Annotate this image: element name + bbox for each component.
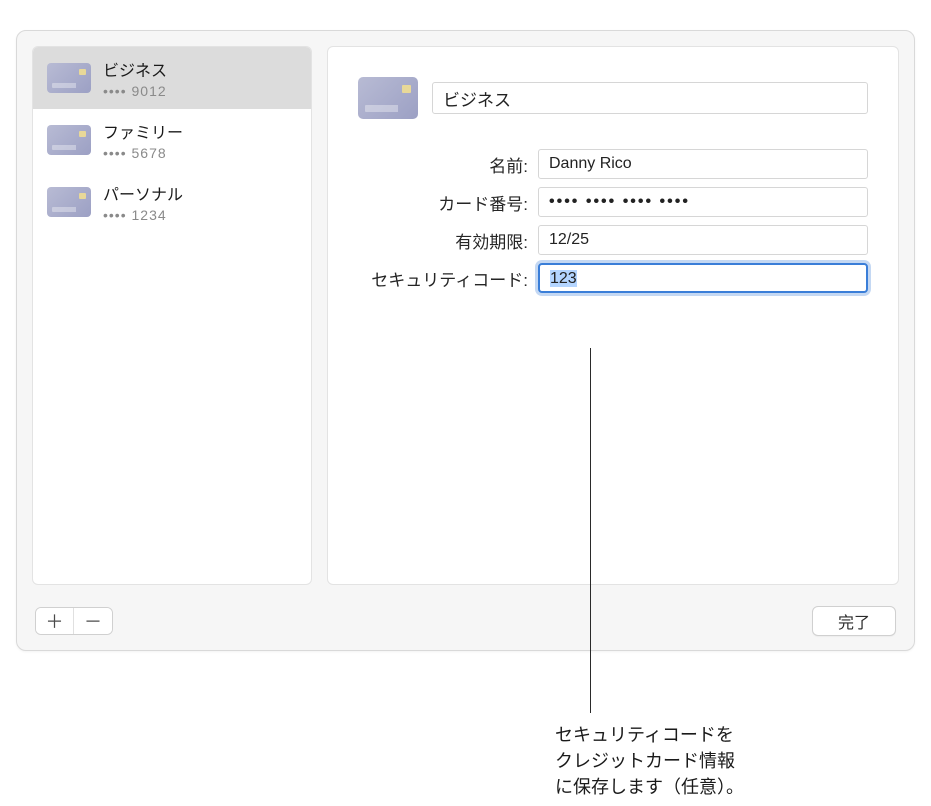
callout-leader-line [590, 348, 591, 713]
row-expiry: 有効期限: [358, 225, 868, 255]
name-label: 名前: [358, 152, 528, 177]
preferences-window: ビジネス •••• 9012 ファミリー •••• 5678 パーソナル [16, 30, 915, 651]
card-number-value: •••• •••• •••• •••• [549, 188, 690, 211]
footer: ＋ － 完了 [17, 600, 914, 650]
sidebar-item-title: パーソナル [103, 181, 183, 205]
row-card-number: カード番号: •••• •••• •••• •••• [358, 187, 868, 217]
security-code-value: 123 [550, 265, 577, 288]
add-button[interactable]: ＋ [36, 608, 74, 634]
security-code-label: セキュリティコード: [358, 266, 528, 291]
sidebar-item-last4: •••• 1234 [103, 207, 183, 223]
credit-card-icon [47, 125, 91, 155]
credit-card-icon [47, 63, 91, 93]
row-name: 名前: [358, 149, 868, 179]
card-title-input[interactable] [432, 82, 868, 114]
done-button[interactable]: 完了 [812, 606, 896, 636]
sidebar-item-last4: •••• 9012 [103, 83, 167, 99]
remove-button[interactable]: － [74, 608, 112, 634]
plus-icon: ＋ [46, 608, 64, 634]
credit-card-icon [47, 187, 91, 217]
security-code-input[interactable]: 123 [538, 263, 868, 293]
card-number-input[interactable]: •••• •••• •••• •••• [538, 187, 868, 217]
form-rows: 名前: カード番号: •••• •••• •••• •••• 有効期限: セキュ… [358, 149, 868, 293]
credit-card-icon [358, 77, 418, 119]
callout-text: セキュリティコードを クレジットカード情報 に保存します（任意）。 [555, 722, 744, 800]
sidebar-item-business[interactable]: ビジネス •••• 9012 [33, 47, 311, 109]
sidebar-item-personal[interactable]: パーソナル •••• 1234 [33, 171, 311, 233]
sidebar-item-title: ファミリー [103, 119, 183, 143]
sidebar-item-text: パーソナル •••• 1234 [103, 181, 183, 223]
detail-header [358, 77, 868, 119]
sidebar-item-family[interactable]: ファミリー •••• 5678 [33, 109, 311, 171]
row-security-code: セキュリティコード: 123 [358, 263, 868, 293]
sidebar-item-text: ファミリー •••• 5678 [103, 119, 183, 161]
card-sidebar: ビジネス •••• 9012 ファミリー •••• 5678 パーソナル [32, 46, 312, 585]
expiry-label: 有効期限: [358, 228, 528, 253]
sidebar-item-text: ビジネス •••• 9012 [103, 57, 167, 99]
card-list: ビジネス •••• 9012 ファミリー •••• 5678 パーソナル [33, 47, 311, 584]
content-area: ビジネス •••• 9012 ファミリー •••• 5678 パーソナル [17, 31, 914, 600]
card-number-label: カード番号: [358, 190, 528, 215]
sidebar-item-last4: •••• 5678 [103, 145, 183, 161]
name-input[interactable] [538, 149, 868, 179]
expiry-input[interactable] [538, 225, 868, 255]
detail-pane: 名前: カード番号: •••• •••• •••• •••• 有効期限: セキュ… [327, 46, 899, 585]
minus-icon: － [84, 608, 102, 634]
add-remove-group: ＋ － [35, 607, 113, 635]
sidebar-item-title: ビジネス [103, 57, 167, 81]
